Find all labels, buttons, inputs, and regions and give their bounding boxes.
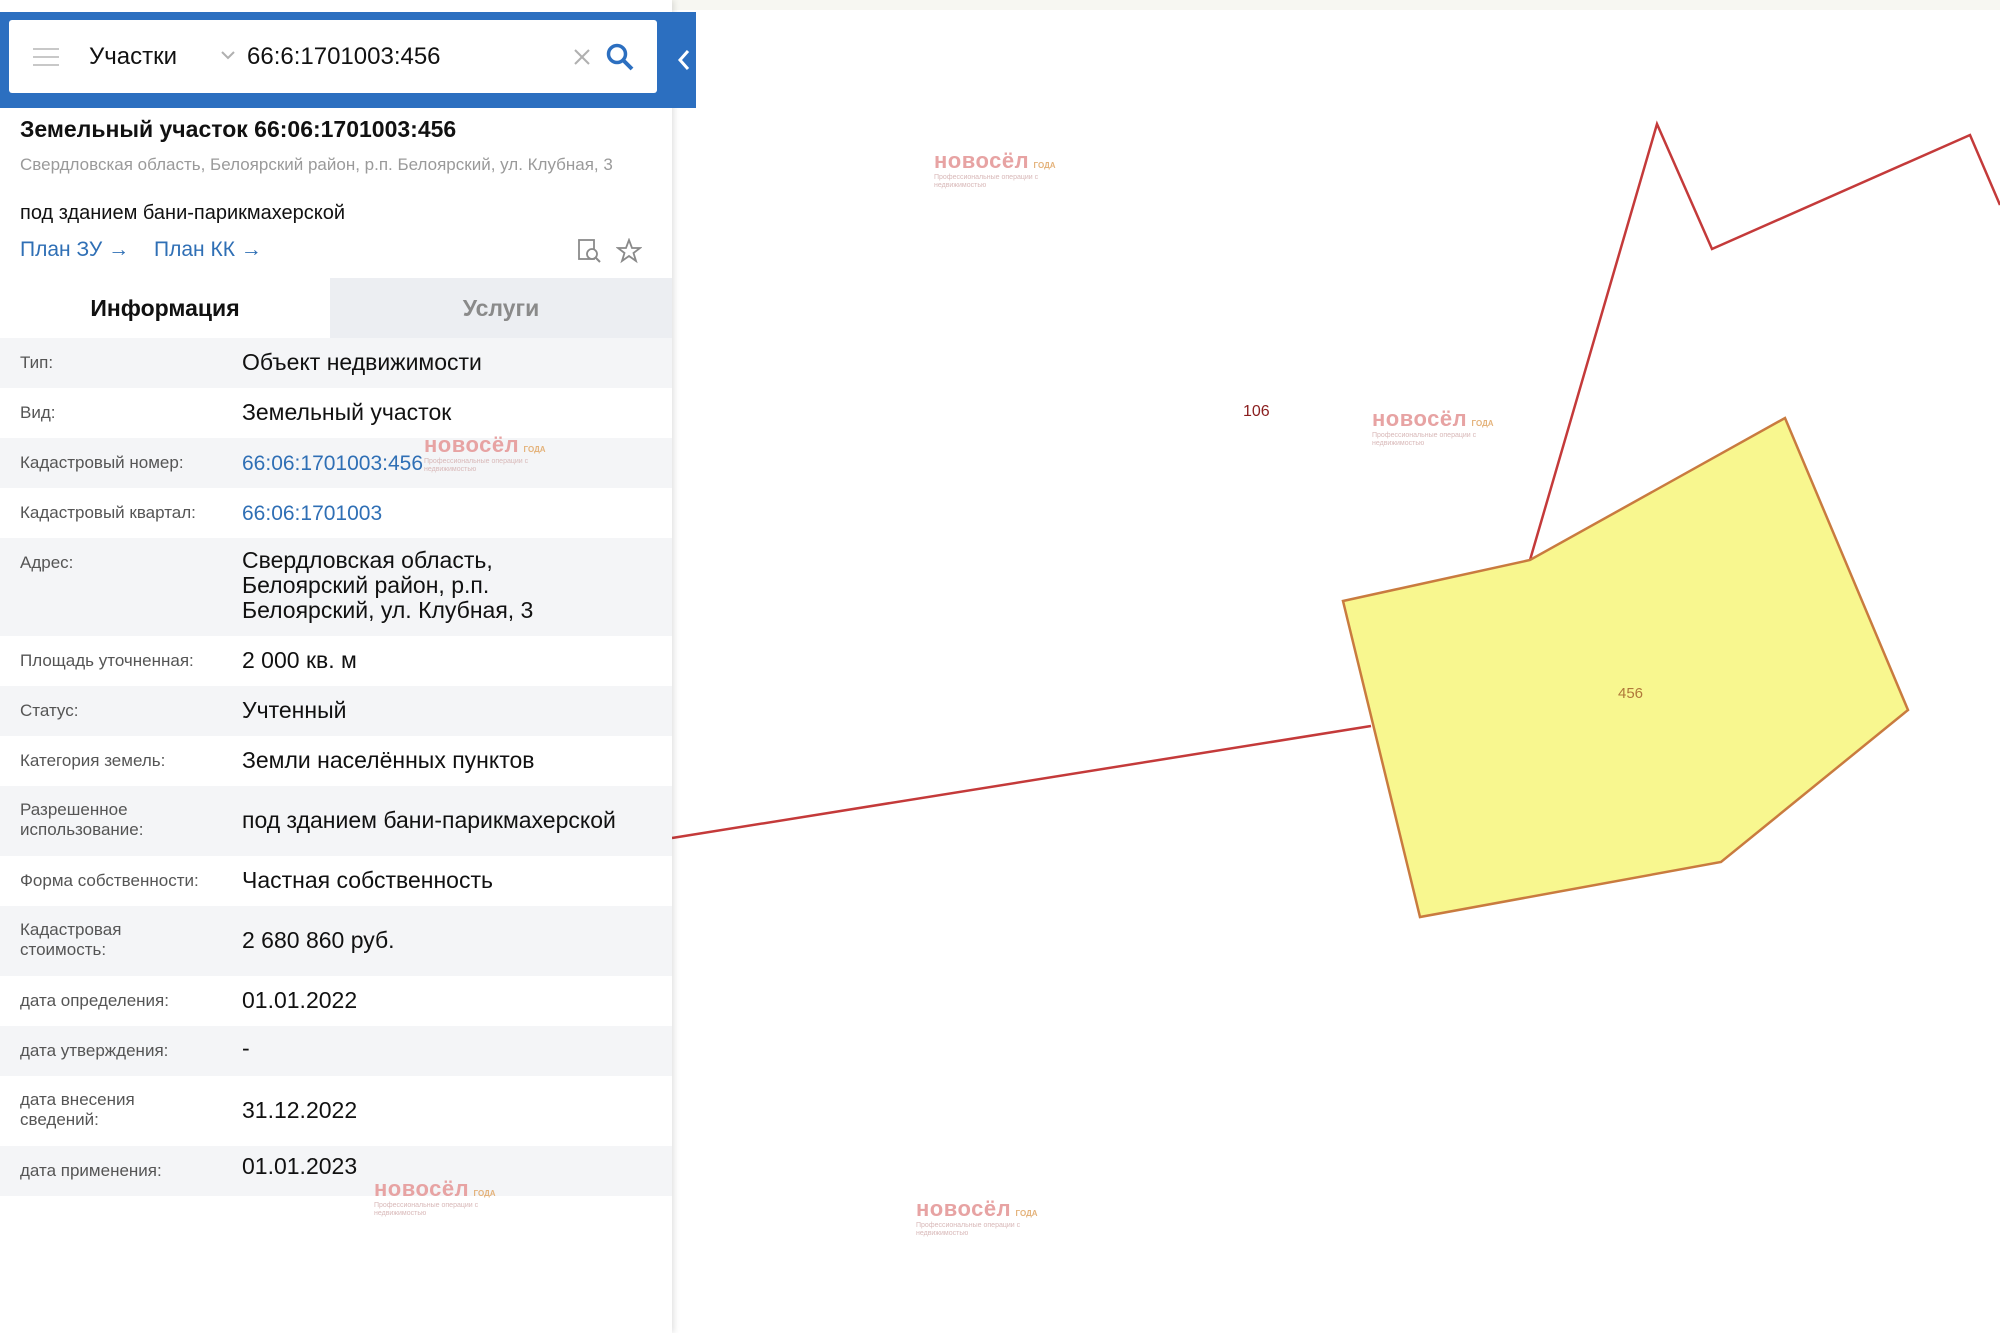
table-row: дата утверждения: - <box>0 1026 672 1076</box>
table-row: Адрес: Свердловская область, Белоярский … <box>0 538 672 636</box>
watermark-brand: новосёл <box>424 432 520 457</box>
watermark-goda: ГОДА <box>523 445 546 454</box>
row-label: Площадь уточненная: <box>20 651 194 670</box>
close-icon[interactable] <box>571 46 593 68</box>
favorite-star-icon[interactable] <box>616 238 642 264</box>
row-label: дата применения: <box>20 1161 162 1180</box>
row-value: 01.01.2022 <box>242 987 358 1013</box>
tab-information[interactable]: Информация <box>0 278 330 338</box>
watermark-brand: новосёл <box>374 1176 470 1201</box>
cadastral-quarter-link[interactable]: 66:06:1701003 <box>242 501 662 526</box>
search-input[interactable]: 66:6:1701003:456 <box>247 20 441 93</box>
row-label: дата определения: <box>20 991 169 1010</box>
table-row: Форма собственности: Частная собственнос… <box>0 856 672 906</box>
info-panel: Земельный участок 66:06:1701003:456 Свер… <box>0 0 672 1333</box>
row-label: Вид: <box>20 403 56 422</box>
table-row: Площадь уточненная: 2 000 кв. м <box>0 636 672 686</box>
search-icon[interactable] <box>605 42 635 72</box>
plan-kk-label: План КК <box>154 238 235 261</box>
row-value: Учтенный <box>242 697 347 723</box>
document-search-icon[interactable] <box>576 238 602 264</box>
watermark-tagline: Профессиональные операции с недвижимость… <box>374 1202 479 1217</box>
watermark-tagline: Профессиональные операции с недвижимость… <box>934 174 1039 189</box>
plan-zu-link[interactable]: План ЗУ → <box>20 238 129 262</box>
plan-kk-link[interactable]: План КК → <box>154 238 262 262</box>
object-purpose: под зданием бани-парикмахерской <box>20 202 346 224</box>
watermark-goda: ГОДА <box>473 1189 496 1198</box>
parcel-label-106: 106 <box>1243 403 1270 420</box>
table-row: Кадастровая стоимость: 2 680 860 руб. <box>0 906 672 976</box>
row-value: 31.12.2022 <box>242 1097 358 1123</box>
menu-icon[interactable] <box>33 48 59 66</box>
row-label: дата утверждения: <box>20 1041 169 1060</box>
row-label: Форма собственности: <box>20 871 199 890</box>
watermark-goda: ГОДА <box>1033 161 1056 170</box>
watermark-tagline: Профессиональные операции с недвижимость… <box>1372 432 1477 447</box>
row-label: дата внесения сведений: <box>20 1090 135 1129</box>
watermark-tagline: Профессиональные операции с недвижимость… <box>424 458 529 473</box>
watermark: новосёл ГОДА Профессиональные операции с… <box>916 1196 1038 1238</box>
watermark: новосёл ГОДА Профессиональные операции с… <box>374 1176 496 1218</box>
watermark-brand: новосёл <box>916 1196 1012 1221</box>
row-value: Свердловская область, Белоярский район, … <box>242 547 534 623</box>
table-row: дата применения: 01.01.2023 <box>0 1146 672 1196</box>
watermark-brand: новосёл <box>1372 406 1468 431</box>
object-title: Земельный участок 66:06:1701003:456 <box>20 116 457 142</box>
watermark: новосёл ГОДА Профессиональные операции с… <box>1372 406 1494 448</box>
row-label: Кадастровый номер: <box>20 453 184 472</box>
row-label: Статус: <box>20 701 79 720</box>
row-label: Разрешенное использование: <box>20 800 144 839</box>
object-address: Свердловская область, Белоярский район, … <box>20 155 613 174</box>
row-value: - <box>242 1035 250 1061</box>
parcel-456[interactable] <box>1341 416 1910 919</box>
table-row: дата определения: 01.01.2022 <box>0 976 672 1026</box>
chevron-down-icon[interactable] <box>219 46 237 64</box>
table-row: Тип: Объект недвижимости <box>0 338 672 388</box>
watermark-tagline: Профессиональные операции с недвижимость… <box>916 1222 1021 1237</box>
table-row: дата внесения сведений: 31.12.2022 <box>0 1076 672 1146</box>
watermark-brand: новосёл <box>934 148 1030 173</box>
arrow-right-icon: → <box>240 238 262 261</box>
layer-select[interactable]: Участки <box>89 20 177 93</box>
row-label: Тип: <box>20 353 54 372</box>
tab-bar: Информация Услуги <box>0 278 672 338</box>
table-row: Разрешенное использование: под зданием б… <box>0 786 672 856</box>
table-row: Вид: Земельный участок <box>0 388 672 438</box>
watermark-goda: ГОДА <box>1471 419 1494 428</box>
row-value: 2 000 кв. м <box>242 647 357 673</box>
chevron-left-icon[interactable] <box>676 48 692 72</box>
row-value: 2 680 860 руб. <box>242 927 395 953</box>
table-row: Категория земель: Земли населённых пункт… <box>0 736 672 786</box>
row-value: под зданием бани-парикмахерской <box>242 807 616 833</box>
row-label: Кадастровый квартал: <box>20 503 196 522</box>
table-row: Статус: Учтенный <box>0 686 672 736</box>
row-value: Земельный участок <box>242 399 452 425</box>
watermark: новосёл ГОДА Профессиональные операции с… <box>934 148 1056 190</box>
watermark-goda: ГОДА <box>1015 1209 1038 1218</box>
search-box: Участки 66:6:1701003:456 <box>9 20 657 93</box>
row-label: Категория земель: <box>20 751 166 770</box>
arrow-right-icon: → <box>108 238 130 261</box>
row-label: Кадастровая стоимость: <box>20 920 122 959</box>
table-row: Кадастровый номер: 66:06:1701003:456 <box>0 438 672 488</box>
info-table: Тип: Объект недвижимости Вид: Земельный … <box>0 338 672 1196</box>
plan-zu-label: План ЗУ <box>20 238 103 261</box>
parcel-label-456: 456 <box>1618 685 1643 702</box>
search-bar: Участки 66:6:1701003:456 <box>0 12 696 108</box>
table-row: Кадастровый квартал: 66:06:1701003 <box>0 488 672 538</box>
row-value: Частная собственность <box>242 867 493 893</box>
row-value: Объект недвижимости <box>242 349 482 375</box>
row-value: Земли населённых пунктов <box>242 747 535 773</box>
neighbor-parcel-border <box>671 724 1372 840</box>
watermark: новосёл ГОДА Профессиональные операции с… <box>424 432 546 474</box>
row-label: Адрес: <box>20 553 74 572</box>
tab-services[interactable]: Услуги <box>330 278 672 338</box>
